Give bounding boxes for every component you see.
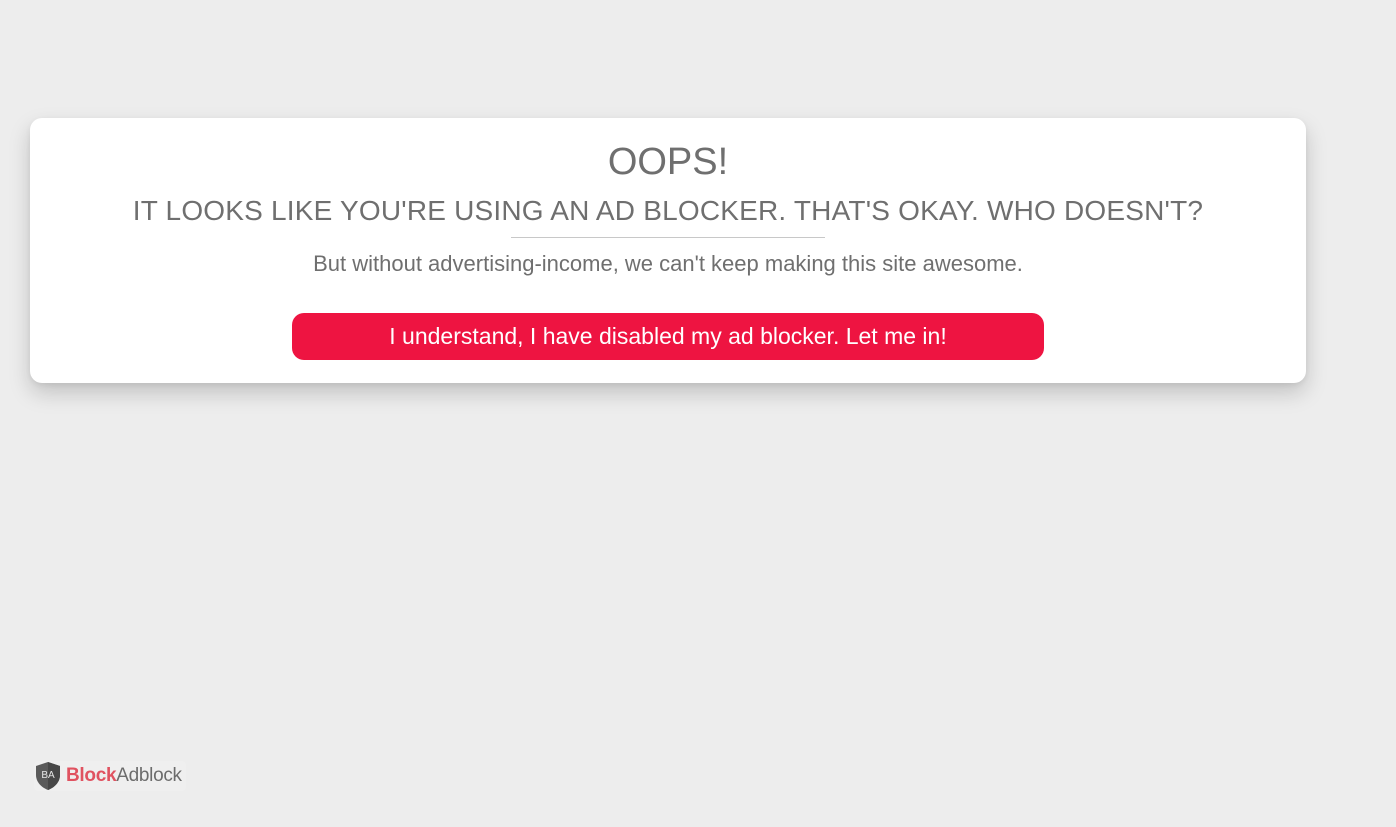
adblock-modal: OOPS! IT LOOKS LIKE YOU'RE USING AN AD B… [30,118,1306,383]
shield-icon: BA [36,762,60,790]
brand-name-adblock: Adblock [116,765,182,786]
divider [511,237,825,238]
modal-subtitle: IT LOOKS LIKE YOU'RE USING AN AD BLOCKER… [132,195,1204,226]
disable-adblocker-confirm-button[interactable]: I understand, I have disabled my ad bloc… [292,313,1044,360]
blockadblock-logo[interactable]: BA BlockAdblock [34,761,186,791]
brand-name: BlockAdblock [66,761,182,791]
logo-initials: BA [41,770,55,781]
modal-title: OOPS! [607,141,729,183]
brand-name-block: Block [66,765,117,786]
modal-message: But without advertising-income, we can't… [313,251,1023,276]
